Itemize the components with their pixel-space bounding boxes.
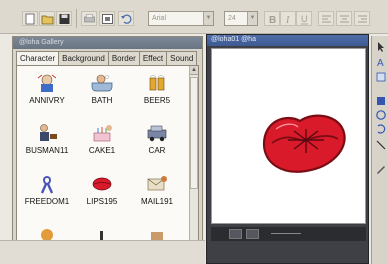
arrow-tool-icon[interactable] xyxy=(374,40,387,53)
anniversary-clip-icon xyxy=(37,74,57,92)
cake-clip-icon xyxy=(93,125,112,142)
note-tool-icon[interactable] xyxy=(374,70,387,83)
align-left-icon[interactable] xyxy=(318,11,334,26)
timeline-track[interactable] xyxy=(271,233,301,234)
preview-icon[interactable] xyxy=(99,11,115,26)
chevron-down-icon[interactable]: ▼ xyxy=(203,12,213,25)
scroll-thumb[interactable] xyxy=(190,77,198,189)
svg-text:A: A xyxy=(377,58,384,68)
gallery-item-label: BUSMAN11 xyxy=(25,146,69,155)
tool-palette: A xyxy=(371,36,388,264)
rotate-tool-icon[interactable] xyxy=(374,122,387,135)
save-icon[interactable] xyxy=(56,11,72,26)
svg-text:B: B xyxy=(269,15,276,25)
text-tool-icon[interactable]: A xyxy=(374,55,387,68)
editor-title: @loha01 @ha xyxy=(207,35,368,46)
ellipse-tool-icon[interactable] xyxy=(374,108,387,121)
gallery-item[interactable]: CAR xyxy=(132,122,182,155)
font-select[interactable]: Arial ▼ xyxy=(148,11,214,26)
underline-icon[interactable]: U xyxy=(296,11,312,26)
tab-character[interactable]: Character xyxy=(16,51,60,66)
businessman-clip-icon xyxy=(40,124,57,141)
gallery-item-label: LIPS195 xyxy=(86,197,118,206)
gallery-title: @loha Gallery xyxy=(13,37,202,49)
tab-background[interactable]: Background xyxy=(58,51,109,65)
new-icon[interactable] xyxy=(22,11,38,26)
bold-icon[interactable]: B xyxy=(264,11,280,26)
font-value: Arial xyxy=(152,15,167,22)
gallery-scrollbar[interactable]: ▲ xyxy=(189,66,198,256)
tab-effect[interactable]: Effect xyxy=(138,51,168,65)
editor-window: @loha01 @ha xyxy=(206,34,369,264)
align-right-icon[interactable] xyxy=(354,11,370,26)
tab-border[interactable]: Border xyxy=(107,51,140,65)
line-tool-icon[interactable] xyxy=(374,138,387,151)
rectangle-tool-icon[interactable] xyxy=(374,94,387,107)
gallery-item-label: FREEDOM1 xyxy=(24,197,70,206)
gallery-item-label: ANNIVRY xyxy=(29,96,65,105)
svg-text:U: U xyxy=(301,14,308,24)
gallery-item-label: MAIL191 xyxy=(140,197,174,206)
gallery-item[interactable]: CAKE1 xyxy=(77,122,127,155)
ribbon-clip-icon xyxy=(40,175,54,194)
lips-icon[interactable] xyxy=(212,49,367,225)
toolbar-separator xyxy=(76,9,77,28)
undo-icon[interactable] xyxy=(118,11,134,26)
stop-button[interactable] xyxy=(229,229,242,239)
gallery-item[interactable]: FREEDOM1 xyxy=(22,173,72,206)
gallery-item-label: CAR xyxy=(148,146,166,155)
print-icon[interactable] xyxy=(81,11,97,26)
lips-clip-icon xyxy=(92,177,112,191)
gallery-item[interactable]: MAIL191 xyxy=(132,173,182,206)
pen-tool-icon[interactable] xyxy=(374,162,387,175)
align-center-icon[interactable] xyxy=(336,11,352,26)
beer-clip-icon xyxy=(149,75,165,91)
gallery-item[interactable]: BATH xyxy=(77,72,127,105)
scroll-up-icon[interactable]: ▲ xyxy=(190,66,198,75)
gallery-item-label: CAKE1 xyxy=(88,146,116,155)
gallery-item-label: BATH xyxy=(91,96,113,105)
gallery-item[interactable]: ANNIVRY xyxy=(22,72,72,105)
chevron-down-icon[interactable]: ▼ xyxy=(247,12,257,25)
open-icon[interactable] xyxy=(39,11,55,26)
bath-clip-icon xyxy=(91,74,113,92)
gallery-item-label: BEER5 xyxy=(143,96,171,105)
car-clip-icon xyxy=(147,125,167,142)
italic-icon[interactable]: I xyxy=(280,11,296,26)
svg-text:I: I xyxy=(285,15,290,25)
gallery-item[interactable]: LIPS195 xyxy=(77,173,127,206)
gallery-grid: ANNIVRY BATH BEER5 BUSMAN11 CAKE1 CAR FR… xyxy=(16,65,199,257)
font-size-select[interactable]: 24 ▼ xyxy=(224,11,258,26)
tab-sound[interactable]: Sound xyxy=(166,51,198,65)
play-button[interactable] xyxy=(246,229,259,239)
player-bar xyxy=(211,227,366,241)
main-toolbar: Arial ▼ 24 ▼ B I U xyxy=(0,0,388,34)
status-area xyxy=(0,240,205,264)
gallery-item[interactable]: BUSMAN11 xyxy=(22,122,72,155)
gallery-panel: @loha Gallery Character Background Borde… xyxy=(12,36,203,258)
gallery-item[interactable]: BEER5 xyxy=(132,72,182,105)
editor-canvas[interactable] xyxy=(211,48,366,224)
mail-clip-icon xyxy=(147,176,167,191)
gallery-tabs: Character Background Border Effect Sound xyxy=(16,51,198,66)
font-size-value: 24 xyxy=(228,15,236,22)
